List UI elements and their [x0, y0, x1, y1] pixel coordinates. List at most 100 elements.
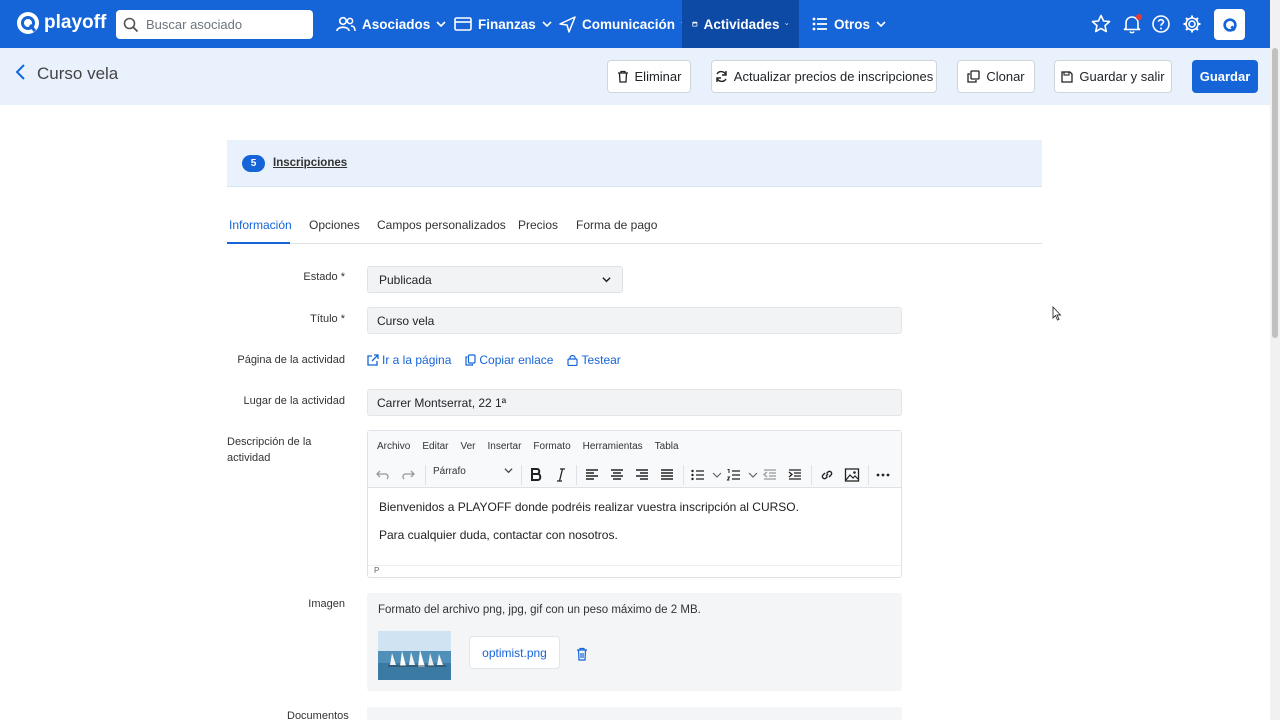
inscripciones-panel: 5 Inscripciones — [227, 140, 1042, 187]
toolbar-separator — [683, 465, 684, 485]
align-right-icon[interactable] — [634, 467, 650, 483]
align-center-icon[interactable] — [609, 467, 625, 483]
lock-icon — [567, 355, 579, 366]
lugar-input[interactable]: Carrer Montserrat, 22 1ª — [367, 389, 902, 416]
bold-icon[interactable] — [528, 467, 544, 483]
page-title: Curso vela — [37, 64, 119, 83]
estado-label: Estado * — [303, 271, 345, 283]
chevron-down-icon[interactable] — [745, 467, 761, 483]
playoff-logo-icon — [17, 12, 39, 34]
indent-icon[interactable] — [787, 467, 803, 483]
numbered-list-icon[interactable] — [726, 467, 742, 483]
link-icon[interactable] — [819, 467, 835, 483]
users-icon — [336, 16, 356, 32]
nav-label: Comunicación — [582, 16, 676, 32]
search-box[interactable] — [116, 10, 313, 39]
user-logo-icon — [1222, 17, 1237, 32]
rich-text-editor[interactable]: Archivo Editar Ver Insertar Formato Herr… — [367, 430, 902, 578]
delete-button-label: Eliminar — [634, 69, 682, 84]
nav-finanzas[interactable]: Finanzas — [444, 0, 562, 48]
test-link-label: Testear — [581, 353, 621, 367]
update-prices-button[interactable]: Actualizar precios de inscripciones — [711, 60, 937, 93]
editor-path: P — [374, 566, 380, 575]
tab-campos-personalizados[interactable]: Campos personalizados — [377, 218, 506, 232]
user-menu[interactable] — [1214, 9, 1245, 40]
editor-paragraph: Bienvenidos a PLAYOFF donde podréis real… — [379, 500, 799, 514]
pagina-label: Página de la actividad — [237, 354, 345, 366]
delete-button[interactable]: Eliminar — [607, 60, 691, 93]
toolbar-separator — [868, 465, 869, 485]
nav-label: Actividades — [703, 16, 780, 32]
brand-logo[interactable]: playoff — [16, 11, 106, 35]
menu-archivo[interactable]: Archivo — [377, 441, 410, 452]
menu-editar[interactable]: Editar — [422, 441, 448, 452]
editor-paragraph: Para cualquier duda, contactar con nosot… — [379, 528, 618, 542]
refresh-icon — [716, 70, 727, 83]
menu-ver[interactable]: Ver — [460, 441, 475, 452]
nav-asociados[interactable]: Asociados — [326, 0, 456, 48]
save-button[interactable]: Guardar — [1192, 60, 1258, 93]
nav-label: Otros — [834, 16, 871, 32]
chevron-down-icon[interactable] — [709, 467, 725, 483]
help-icon[interactable] — [1151, 14, 1171, 34]
gear-icon[interactable] — [1182, 14, 1202, 34]
tab-informacion[interactable]: Información — [229, 218, 292, 232]
nav-otros[interactable]: Otros — [802, 0, 896, 48]
nav-comunicacion[interactable]: Comunicación — [549, 0, 701, 48]
brand-name: playoff — [44, 12, 107, 33]
clone-button-label: Clonar — [986, 69, 1025, 84]
block-format-select[interactable]: Párrafo — [433, 466, 513, 477]
titulo-input[interactable]: Curso vela — [367, 307, 902, 334]
save-button-label: Guardar — [1199, 69, 1251, 84]
toolbar-separator — [811, 465, 812, 485]
editor-menubar: Archivo Editar Ver Insertar Formato Herr… — [368, 431, 901, 461]
titulo-label: Título * — [310, 313, 345, 325]
toolbar-separator — [576, 465, 577, 485]
align-left-icon[interactable] — [584, 467, 600, 483]
copy-link[interactable]: Copiar enlace — [465, 353, 553, 367]
clone-button[interactable]: Clonar — [957, 60, 1035, 93]
redo-icon[interactable] — [400, 467, 416, 483]
chevron-down-icon — [785, 23, 789, 26]
scrollbar-thumb[interactable] — [1272, 48, 1278, 338]
top-navbar: playoff Asociados Finanzas Comunicación — [0, 0, 1280, 48]
search-icon — [123, 17, 139, 32]
search-input[interactable] — [146, 17, 296, 32]
list-icon — [812, 17, 827, 31]
italic-icon[interactable] — [553, 467, 569, 483]
go-to-page-link[interactable]: Ir a la página — [367, 353, 451, 367]
save-exit-button[interactable]: Guardar y salir — [1054, 60, 1172, 93]
back-arrow-icon[interactable] — [14, 63, 28, 81]
chevron-down-icon — [602, 277, 611, 283]
menu-herramientas[interactable]: Herramientas — [583, 441, 643, 452]
tab-precios[interactable]: Precios — [518, 218, 558, 232]
menu-insertar[interactable]: Insertar — [488, 441, 522, 452]
star-icon[interactable] — [1091, 14, 1111, 34]
bullet-list-icon[interactable] — [690, 467, 706, 483]
inscripciones-count-badge: 5 — [242, 154, 265, 172]
undo-icon[interactable] — [375, 467, 391, 483]
editor-content[interactable]: Bienvenidos a PLAYOFF donde podréis real… — [368, 488, 901, 568]
menu-tabla[interactable]: Tabla — [655, 441, 679, 452]
floppy-disk-icon — [1061, 70, 1074, 83]
image-icon[interactable] — [844, 467, 860, 483]
tab-opciones[interactable]: Opciones — [309, 218, 360, 232]
image-thumbnail[interactable] — [378, 631, 451, 680]
estado-select[interactable]: Publicada — [367, 266, 623, 293]
image-file-button[interactable]: optimist.png — [469, 636, 560, 669]
more-icon[interactable] — [875, 467, 891, 483]
imagen-panel: Formato del archivo png, jpg, gif con un… — [367, 593, 902, 691]
descripcion-label: Descripción de la actividad — [227, 436, 312, 464]
outdent-icon[interactable] — [762, 467, 778, 483]
trash-icon — [617, 70, 628, 83]
lugar-label: Lugar de la actividad — [243, 395, 345, 407]
trash-icon[interactable] — [576, 647, 588, 661]
nav-actividades[interactable]: Actividades — [682, 0, 799, 48]
tab-forma-de-pago[interactable]: Forma de pago — [576, 218, 657, 232]
align-justify-icon[interactable] — [659, 467, 675, 483]
copy-icon — [967, 70, 980, 83]
menu-formato[interactable]: Formato — [533, 441, 570, 452]
inscripciones-link[interactable]: Inscripciones — [273, 157, 347, 169]
tab-bar: Información Opciones Campos personalizad… — [227, 208, 1042, 244]
test-link[interactable]: Testear — [567, 353, 621, 367]
